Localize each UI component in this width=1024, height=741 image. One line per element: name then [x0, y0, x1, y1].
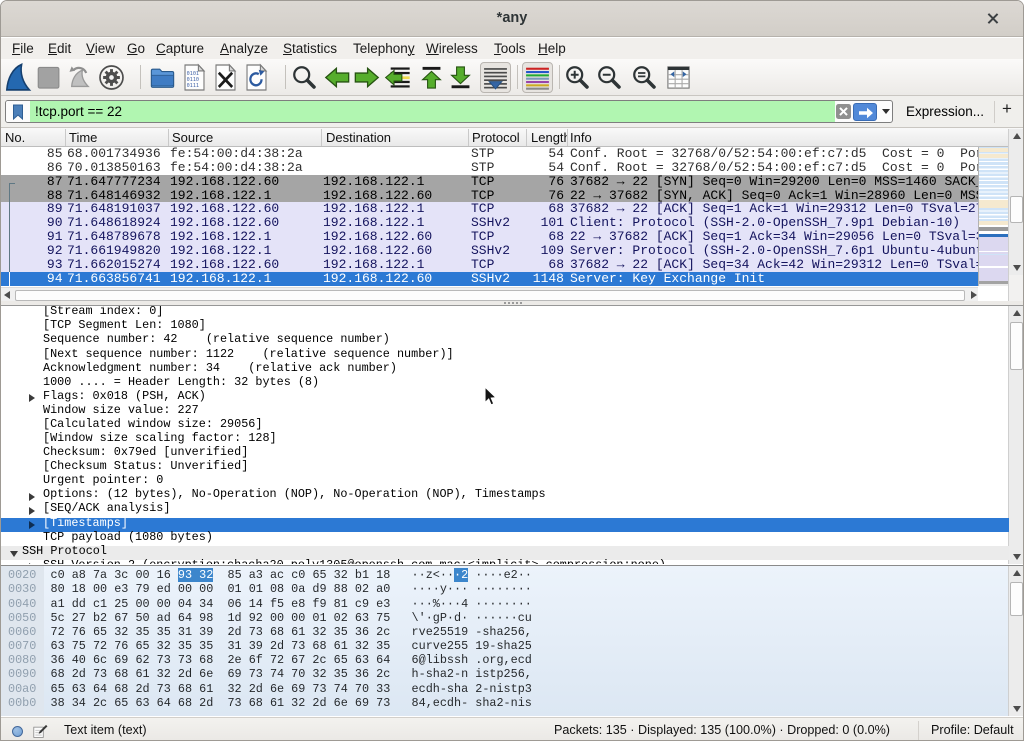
svg-text:0111: 0111 — [186, 82, 198, 88]
